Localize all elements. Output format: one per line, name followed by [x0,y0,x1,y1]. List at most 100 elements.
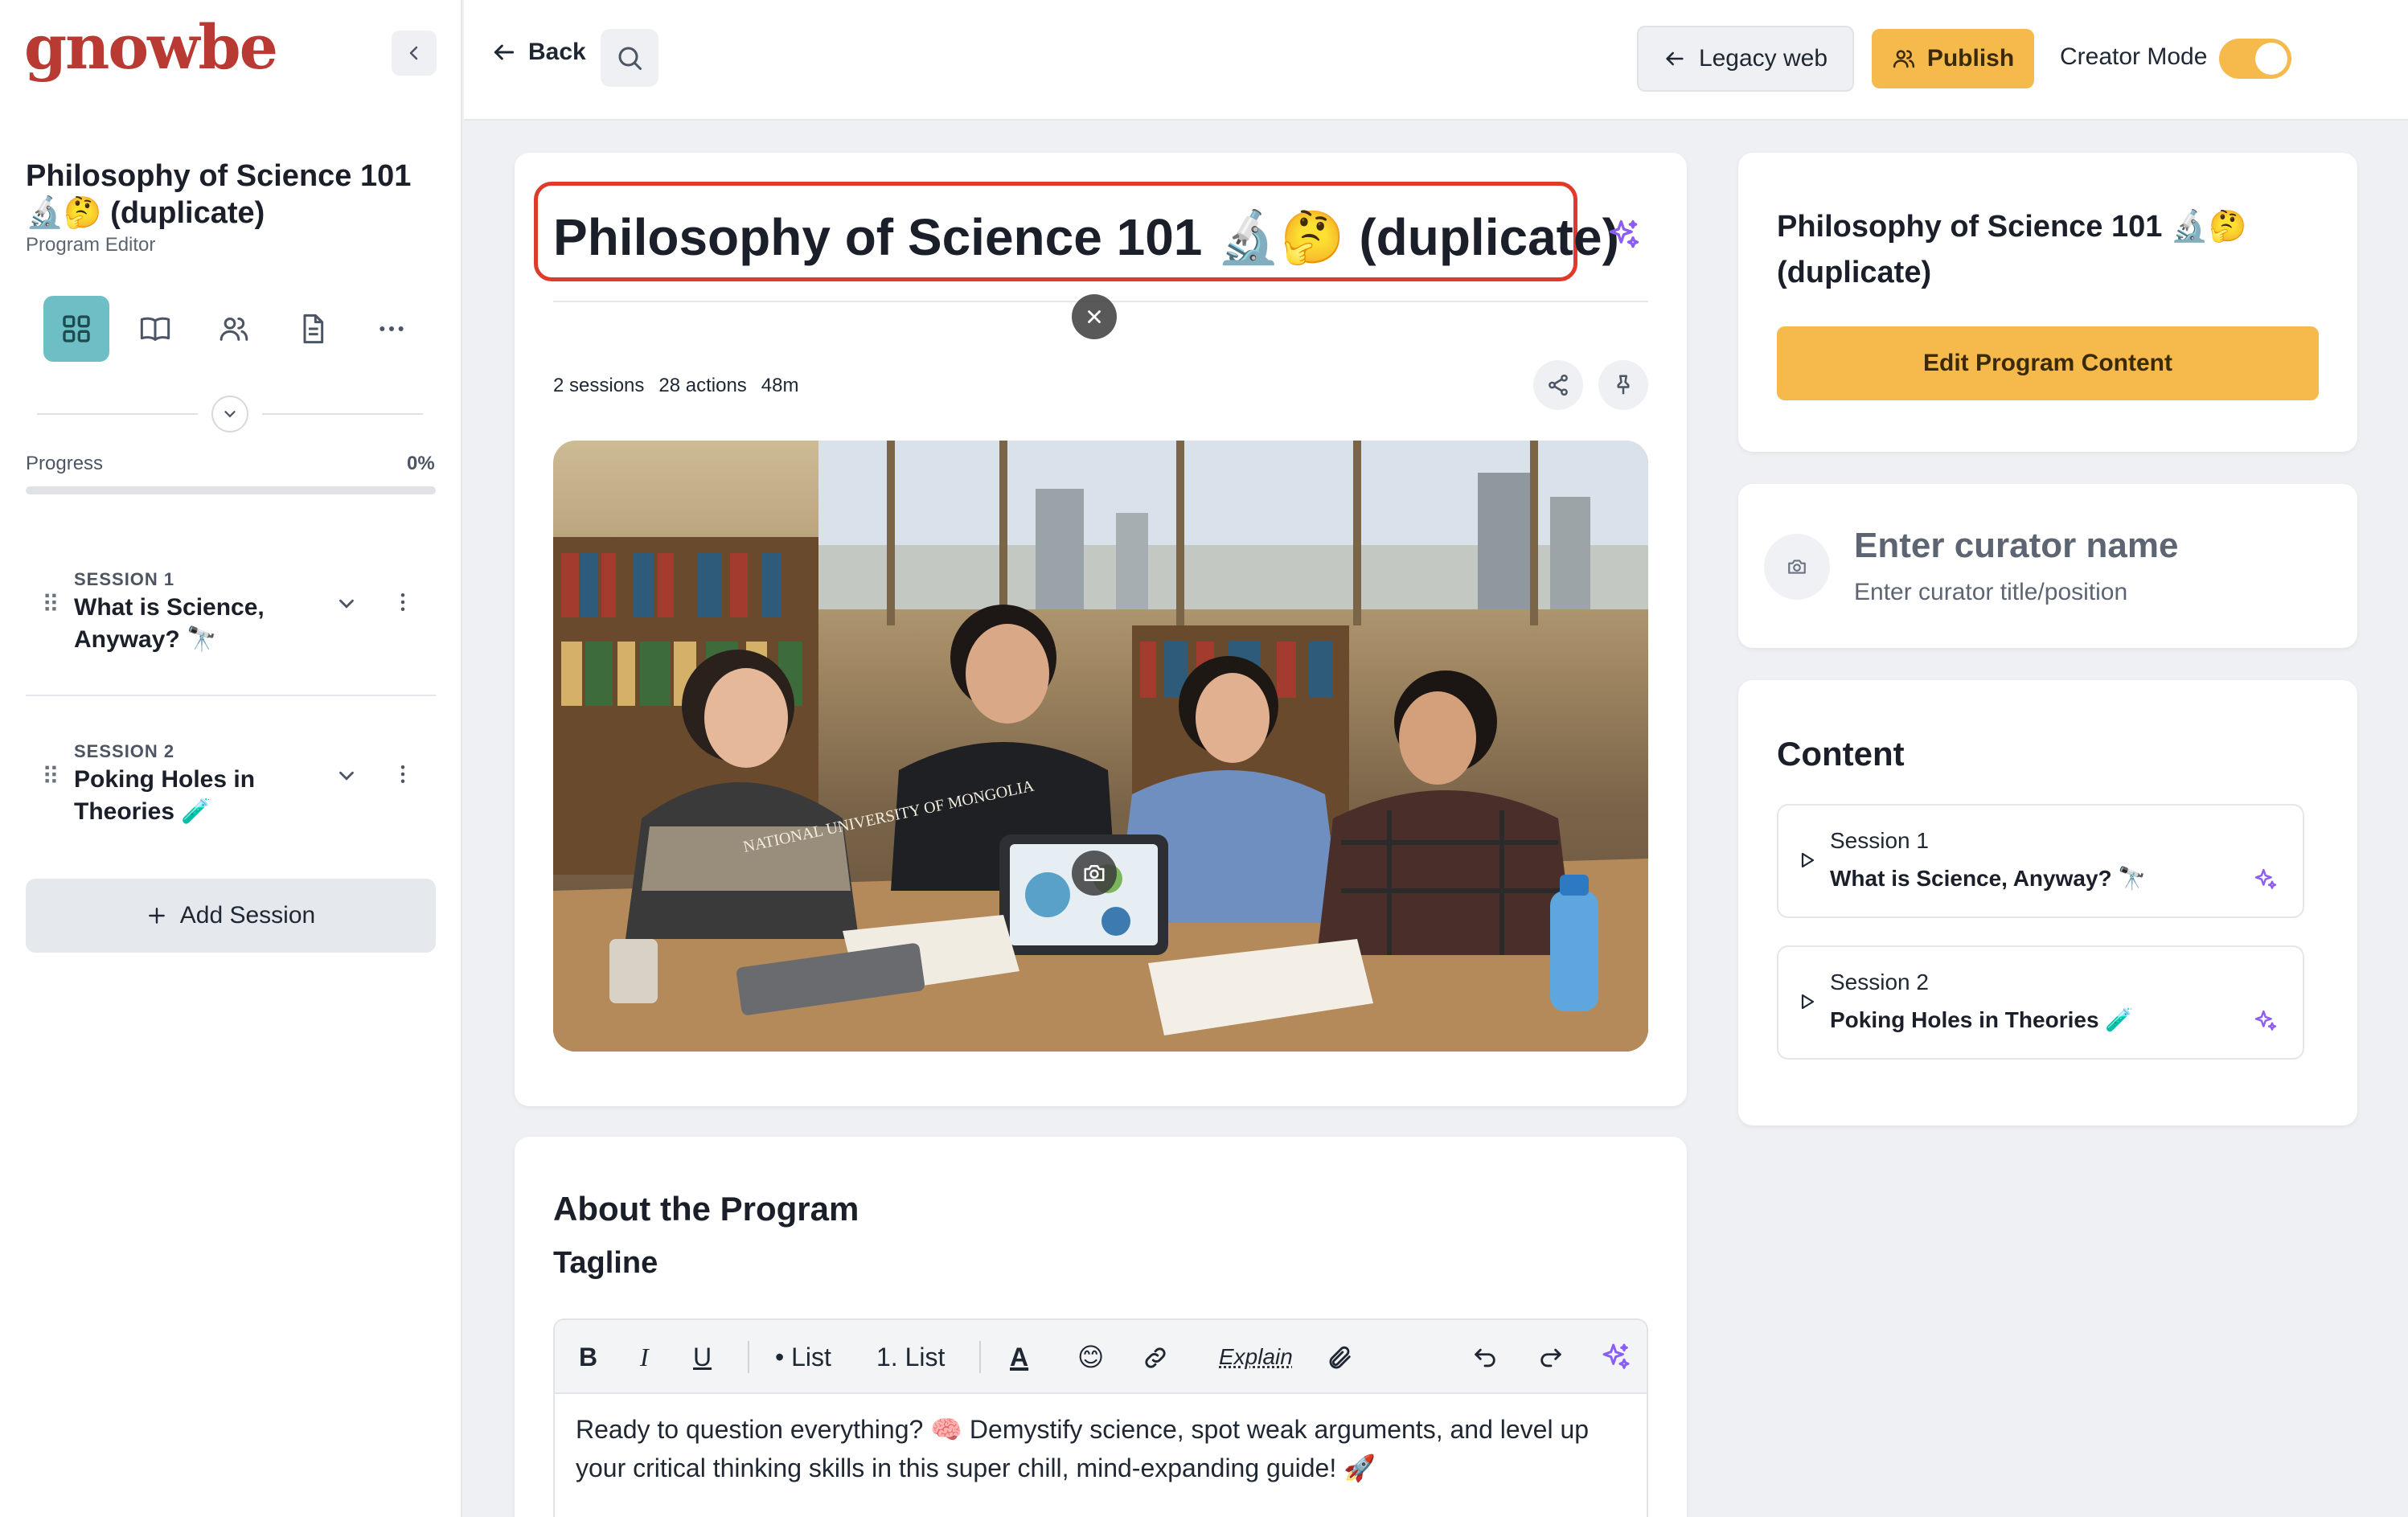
session-menu[interactable] [391,762,415,786]
change-image-button[interactable] [1072,851,1117,896]
camera-icon [1788,560,1806,574]
sparkle-icon [2254,1010,2277,1031]
explain-button[interactable]: Explain [1219,1343,1293,1371]
publish-button[interactable]: Publish [1872,29,2034,88]
link-icon [1145,1347,1166,1368]
content-title: Content [1777,735,1905,773]
sidebar-divider [37,394,423,434]
bullet-list-button[interactable]: • List [775,1343,831,1371]
sparkle-icon [1609,219,1639,248]
ai-sparkle-button[interactable] [2253,1008,2279,1038]
divider-line [37,413,198,415]
content-session-name: Poking Holes in Theories 🧪 [1830,1007,2134,1032]
expand-toggle[interactable] [211,396,248,433]
users-icon [1893,50,1914,68]
redo-button[interactable] [1537,1344,1565,1377]
tab-overview[interactable] [43,296,109,362]
tagline-text[interactable]: Ready to question everything? 🧠 Demystif… [576,1410,1621,1487]
ai-assist-button[interactable] [1600,1341,1632,1379]
sidebar-session-1[interactable]: ⠿ SESSION 1 What is Science, Anyway? 🔭 [26,543,436,696]
underline-button[interactable]: U [693,1343,712,1371]
attach-button[interactable] [1327,1344,1354,1377]
italic-button[interactable]: I [640,1343,649,1371]
session-name: What is Science, Anyway? 🔭 [74,594,265,653]
session-label: SESSION 2 [74,741,175,761]
about-program-card: About the Program Tagline B I U • List 1… [515,1137,1687,1517]
share-icon [1549,374,1568,396]
more-icon [379,326,404,331]
content-session-label: Session 1 [1830,828,1929,853]
tagline-label: Tagline [553,1246,658,1280]
kebab-icon [400,765,405,783]
content-card: Content Session 1 What is Science, Anywa… [1738,680,2357,1125]
link-button[interactable] [1142,1344,1169,1377]
drag-handle-icon[interactable]: ⠿ [42,765,59,789]
undo-icon [1475,1348,1495,1367]
remove-image-button[interactable] [1072,294,1117,339]
chevron-down-icon [224,411,236,418]
curator-avatar[interactable] [1764,534,1830,600]
pin-button[interactable] [1598,360,1648,410]
program-stats: 2 sessions 28 actions 48m [553,375,798,397]
edit-program-content-button[interactable]: Edit Program Content [1777,326,2319,400]
ai-sparkle-button[interactable] [1606,217,1642,256]
tab-reports[interactable] [280,296,346,362]
arrow-left-icon [494,44,515,60]
curator-name-input[interactable]: Enter curator name [1854,526,2178,566]
plus-icon [148,908,165,924]
grid-icon [63,315,90,342]
sparkle-icon [1602,1343,1630,1369]
program-title-input[interactable]: Philosophy of Science 101 🔬🤔 (duplicate) [553,207,1619,268]
content-session-label: Session 2 [1830,970,1929,994]
drag-handle-icon[interactable]: ⠿ [42,593,59,617]
undo-button[interactable] [1471,1344,1499,1377]
back-label: Back [528,39,586,65]
session-expand[interactable] [334,764,359,792]
editor-toolbar: B I U • List 1. List A 😊 Explain [555,1320,1647,1394]
arrow-left-icon [1666,51,1684,66]
tab-learners[interactable] [201,296,267,362]
camera-icon [1084,865,1105,881]
attachment-icon [1329,1346,1351,1369]
back-button[interactable]: Back [491,39,586,66]
pin-icon [1617,375,1630,395]
divider-line [262,413,423,415]
share-button[interactable] [1533,360,1583,410]
logo[interactable]: gnowbe [24,11,278,83]
redo-icon [1540,1348,1561,1367]
emoji-button[interactable]: 😊 [1077,1343,1104,1371]
progress-label: Progress [26,453,104,474]
session-name: Poking Holes in Theories 🧪 [74,766,256,825]
cover-illustration: NATIONAL UNIVERSITY OF MONGOLIA [553,441,1648,1052]
toolbar-separator [979,1341,981,1373]
session-expand[interactable] [334,592,359,620]
bold-button[interactable]: B [579,1343,597,1371]
play-icon [1798,851,1817,874]
curator-card: Enter curator name Enter curator title/p… [1738,484,2357,648]
collapse-sidebar-button[interactable] [392,31,437,76]
numbered-list-button[interactable]: 1. List [876,1343,945,1371]
content-session-1[interactable]: Session 1 What is Science, Anyway? 🔭 [1777,804,2304,918]
tab-more[interactable] [359,296,425,362]
progress-percent: 0% [407,453,435,474]
search-button[interactable] [601,29,658,87]
program-title: Philosophy of Science 101 🔬🤔 (duplicate) [26,159,412,230]
sessions-count: 2 sessions [553,375,645,396]
session-menu[interactable] [391,590,415,614]
info-program-title: Philosophy of Science 101 🔬🤔 (duplicate) [1777,210,2247,289]
top-bar: Back Legacy web Publish Creator Mode [464,0,2408,121]
legacy-web-label: Legacy web [1698,45,1828,72]
legacy-web-button[interactable]: Legacy web [1637,26,1854,92]
creator-mode-label: Creator Mode [2060,43,2208,70]
ai-sparkle-button[interactable] [2253,867,2279,896]
content-session-2[interactable]: Session 2 Poking Holes in Theories 🧪 [1777,945,2304,1060]
program-cover-image: NATIONAL UNIVERSITY OF MONGOLIA [553,441,1648,1052]
text-color-button[interactable]: A [1010,1343,1028,1371]
tab-content[interactable] [122,296,188,362]
content-session-name: What is Science, Anyway? 🔭 [1830,866,2147,891]
creator-mode-toggle[interactable] [2219,39,2291,79]
add-session-button[interactable]: Add Session [26,879,436,953]
curator-title-input[interactable]: Enter curator title/position [1854,579,2127,606]
chevron-down-icon [339,771,354,781]
sidebar-session-2[interactable]: ⠿ SESSION 2 Poking Holes in Theories 🧪 [26,715,436,868]
